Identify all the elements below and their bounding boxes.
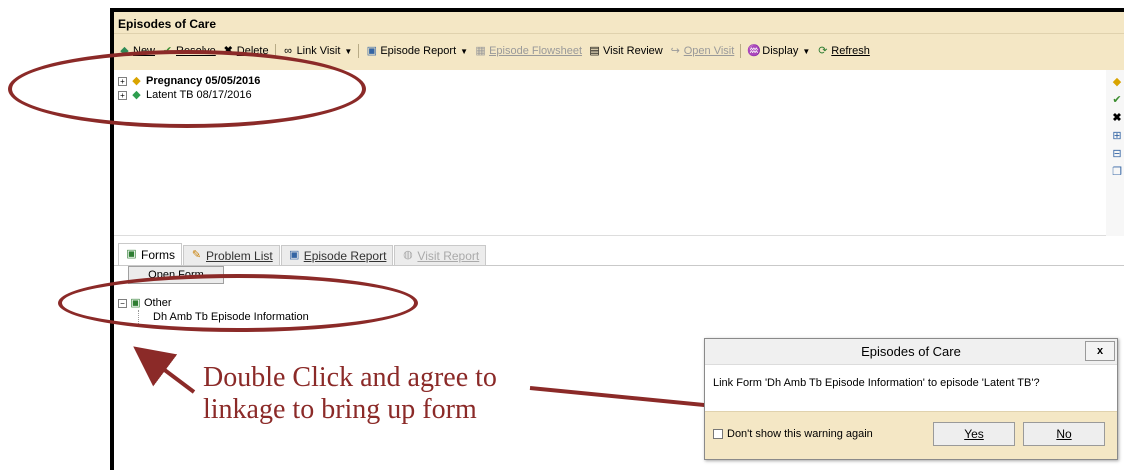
episode-label: Latent TB 08/17/2016 <box>146 89 252 101</box>
episode-report-label: Episode Report <box>380 45 457 57</box>
report-icon: ▣ <box>289 249 300 261</box>
delete-icon[interactable]: ✖ <box>1110 112 1124 126</box>
episode-flowsheet-label: Episode Flowsheet <box>489 45 583 57</box>
tab-label: Visit Report <box>417 248 480 263</box>
collapse-icon[interactable]: − <box>118 298 127 308</box>
forms-icon: ▣ <box>126 248 137 260</box>
episode-label: Pregnancy 05/05/2016 <box>146 75 261 87</box>
link-form-dialog: Episodes of Care x Link Form 'Dh Amb Tb … <box>704 338 1118 460</box>
report-icon: ▣ <box>366 44 378 57</box>
tab-label: Forms <box>141 247 175 262</box>
yes-button[interactable]: Yes <box>933 422 1015 446</box>
delete-icon: ✖ <box>223 44 233 57</box>
expand-icon[interactable]: + <box>118 90 127 100</box>
display-label: Display <box>762 45 799 57</box>
bottom-tabs: ▣ Forms ✎ Problem List ▣ Episode Report … <box>114 242 1124 266</box>
form-item[interactable]: Dh Amb Tb Episode Information <box>138 310 309 324</box>
resolve-button[interactable]: ✔ Resolve <box>161 45 216 58</box>
chevron-down-icon: ▼ <box>344 46 353 56</box>
open-visit-icon: ↪ <box>670 44 680 57</box>
dont-show-again-checkbox[interactable]: Don't show this warning again <box>713 428 873 440</box>
episodes-tree: + ◆ Pregnancy 05/05/2016 + ◆ Latent TB 0… <box>114 70 1106 236</box>
instruction-annotation: Double Click and agree to linkage to bri… <box>203 362 497 426</box>
visit-review-label: Visit Review <box>603 45 663 57</box>
checkbox-label: Don't show this warning again <box>727 428 873 440</box>
copy-icon[interactable]: ❐ <box>1110 166 1124 180</box>
checkbox-box[interactable] <box>713 429 723 439</box>
link-icon: ∞ <box>284 44 292 57</box>
close-button[interactable]: x <box>1085 341 1115 361</box>
toolbar-separator <box>740 44 742 58</box>
open-visit-button[interactable]: ↪ Open Visit <box>669 45 735 58</box>
dialog-message: Link Form 'Dh Amb Tb Episode Information… <box>713 377 1040 389</box>
episode-row-latent-tb[interactable]: + ◆ Latent TB 08/17/2016 <box>118 88 1106 102</box>
link-visit-label: Link Visit <box>296 45 341 57</box>
side-toolbar: ◆ ✔ ✖ ⊞ ⊟ ❐ <box>1106 70 1124 236</box>
chevron-down-icon: ▼ <box>460 46 469 56</box>
display-button[interactable]: ♒ Display ▼ <box>747 45 810 58</box>
instruction-line-1: Double Click and agree to <box>203 362 497 393</box>
tab-problem-list[interactable]: ✎ Problem List <box>183 245 280 265</box>
open-form-button[interactable]: Open Form <box>128 266 224 284</box>
form-item-label: Dh Amb Tb Episode Information <box>153 311 309 323</box>
link-visit-button[interactable]: ∞ Link Visit ▼ <box>282 44 353 58</box>
problem-list-icon: ✎ <box>191 249 202 261</box>
new-episode-icon[interactable]: ◆ <box>1110 76 1124 90</box>
episode-flowsheet-button[interactable]: ▦ Episode Flowsheet <box>474 45 582 58</box>
episode-report-button[interactable]: ▣ Episode Report ▼ <box>365 45 468 58</box>
new-button[interactable]: ◆ New <box>118 45 155 58</box>
binoculars-icon: ♒ <box>747 44 761 57</box>
dialog-footer: Don't show this warning again Yes No <box>705 411 1117 459</box>
resolve-icon[interactable]: ✔ <box>1110 94 1124 108</box>
dialog-title-text: Episodes of Care <box>861 344 961 359</box>
delete-button-label: Delete <box>236 45 269 57</box>
episode-icon: ◆ <box>132 74 141 87</box>
tab-visit-report[interactable]: ◍ Visit Report <box>394 245 487 265</box>
flowsheet-icon: ▦ <box>475 44 486 57</box>
resolve-icon: ✔ <box>162 44 173 57</box>
tab-episode-report[interactable]: ▣ Episode Report <box>280 245 394 265</box>
new-button-label: New <box>133 45 156 57</box>
yes-button-label: Yes <box>964 427 984 441</box>
toolbar: ◆ New ✔ Resolve ✖ Delete ∞ Link Visit ▼ … <box>114 34 1124 74</box>
window-title: Episodes of Care <box>114 12 1124 34</box>
refresh-icon: ⟳ <box>818 44 828 57</box>
chevron-down-icon: ▼ <box>802 46 811 56</box>
expand-icon[interactable]: + <box>118 76 127 86</box>
tab-label: Episode Report <box>303 248 387 263</box>
instruction-line-2: linkage to bring up form <box>203 394 477 425</box>
forms-group-label: Other <box>144 297 172 309</box>
new-episode-icon: ◆ <box>120 44 129 57</box>
tab-forms[interactable]: ▣ Forms <box>118 243 182 265</box>
refresh-button[interactable]: ⟳ Refresh <box>816 45 870 58</box>
no-button[interactable]: No <box>1023 422 1105 446</box>
toolbar-separator <box>358 44 360 58</box>
forms-tree: − ▣ Other Dh Amb Tb Episode Information <box>118 296 309 324</box>
refresh-label: Refresh <box>831 45 870 57</box>
collapse-all-icon[interactable]: ⊟ <box>1110 148 1124 162</box>
document-icon: ▤ <box>589 44 600 57</box>
episode-row-pregnancy[interactable]: + ◆ Pregnancy 05/05/2016 <box>118 74 1106 88</box>
tab-label: Problem List <box>206 248 273 263</box>
no-button-label: No <box>1056 427 1072 441</box>
resolve-button-label: Resolve <box>176 45 216 57</box>
open-visit-label: Open Visit <box>683 45 735 57</box>
visit-report-icon: ◍ <box>403 249 413 261</box>
delete-button[interactable]: ✖ Delete <box>222 45 269 58</box>
folder-icon: ▣ <box>130 296 141 309</box>
episode-icon: ◆ <box>132 88 141 101</box>
dialog-title: Episodes of Care x <box>705 339 1117 365</box>
toolbar-separator <box>274 44 276 58</box>
expand-all-icon[interactable]: ⊞ <box>1110 130 1124 144</box>
forms-group-other[interactable]: − ▣ Other <box>118 296 309 310</box>
visit-review-button[interactable]: ▤ Visit Review <box>588 44 663 58</box>
